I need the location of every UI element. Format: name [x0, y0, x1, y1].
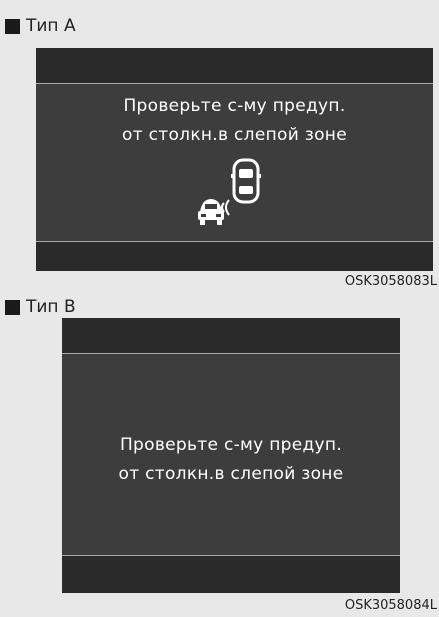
square-bullet-icon	[5, 18, 20, 34]
display-screen-a: Проверьте с-му предуп. от столкн.в слепо…	[36, 48, 433, 271]
bottom-bar	[62, 556, 400, 593]
type-a-label: Тип А	[26, 16, 76, 36]
heading-type-a: Тип А	[5, 16, 76, 36]
message-line-1: Проверьте с-му предуп.	[119, 435, 343, 455]
divider	[62, 353, 400, 354]
panel-type-a: Тип А Проверьте с-му предуп. от столкн.в…	[0, 0, 439, 294]
bottom-bar	[36, 242, 433, 271]
image-code: OSK3058084L	[344, 598, 437, 613]
panel-type-b: Тип B Проверьте с-му предуп. от столкн.в…	[0, 294, 439, 617]
divider	[36, 83, 433, 84]
message-line-2: от столкн.в слепой зоне	[118, 464, 344, 484]
warning-message: Проверьте с-му предуп. от столкн.в слепо…	[62, 431, 400, 489]
blind-spot-cars-icon	[198, 158, 261, 225]
display-screen-b: Проверьте с-му предуп. от столкн.в слепо…	[62, 318, 400, 593]
heading-type-b: Тип B	[5, 297, 76, 317]
top-bar	[62, 318, 400, 353]
square-bullet-icon	[5, 299, 20, 315]
type-b-label: Тип B	[26, 297, 76, 317]
image-code: OSK3058083L	[344, 274, 437, 289]
warning-message: Проверьте с-му предуп. от столкн.в слепо…	[36, 92, 433, 150]
message-line-2: от столкн.в слепой зоне	[122, 125, 347, 145]
message-line-1: Проверьте с-му предуп.	[123, 96, 346, 116]
top-bar	[36, 48, 433, 83]
